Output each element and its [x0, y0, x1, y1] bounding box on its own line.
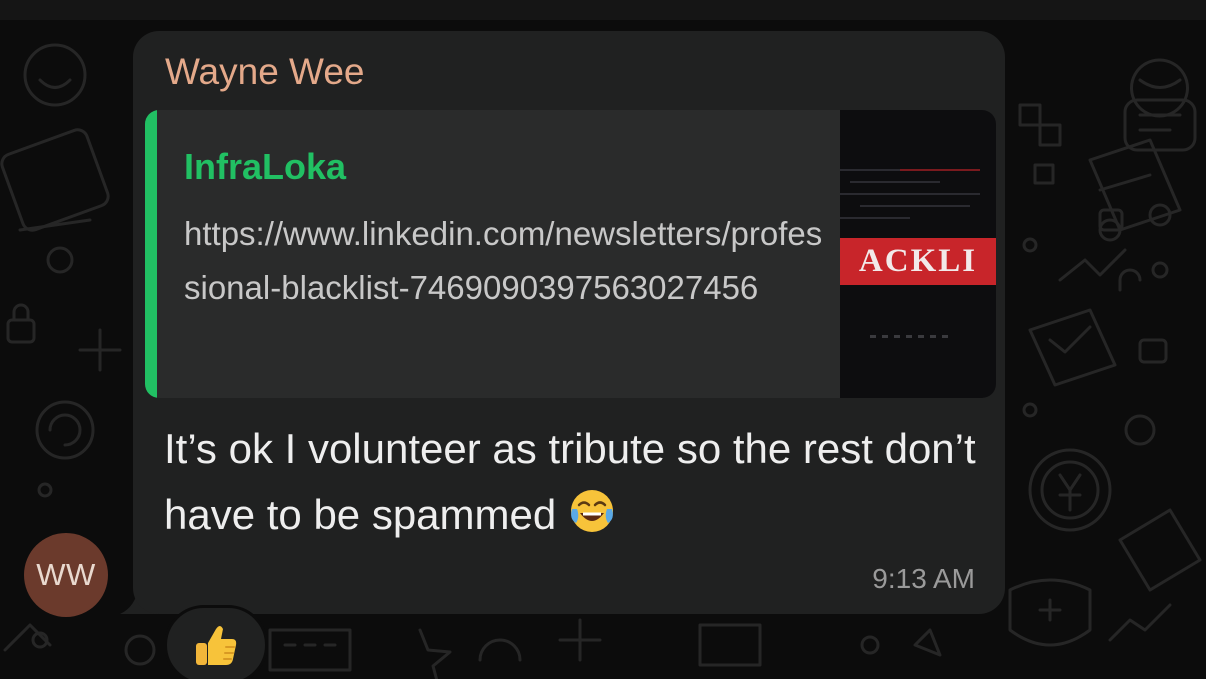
reaction-badge[interactable] [164, 605, 268, 679]
sender-name[interactable]: Wayne Wee [165, 51, 364, 93]
message-body: It’s ok I volunteer as tribute so the re… [164, 416, 984, 548]
link-preview-accent-bar [145, 110, 157, 398]
thumbnail-red-band: ACKLI [840, 238, 996, 285]
avatar[interactable]: WW [24, 533, 108, 617]
thumbnail-text: ACKLI [858, 243, 978, 279]
link-preview-title: InfraLoka [184, 146, 347, 187]
message-timestamp: 9:13 AM [872, 563, 975, 594]
link-preview-card[interactable]: InfraLoka https://www.linkedin.com/newsl… [145, 110, 996, 398]
thumbs-up-icon [196, 626, 237, 665]
link-preview-thumbnail[interactable]: ACKLI [840, 110, 996, 398]
face-with-tears-of-joy-icon [570, 490, 613, 532]
link-preview-url[interactable]: https://www.linkedin.com/newsletters/pro… [184, 207, 824, 315]
message-bubble[interactable]: Wayne Wee InfraLoka https://www.linkedin… [133, 31, 1005, 614]
avatar-initials: WW [36, 557, 96, 592]
chat-background: WW Wayne Wee InfraLoka https://www.linke… [0, 0, 1206, 679]
